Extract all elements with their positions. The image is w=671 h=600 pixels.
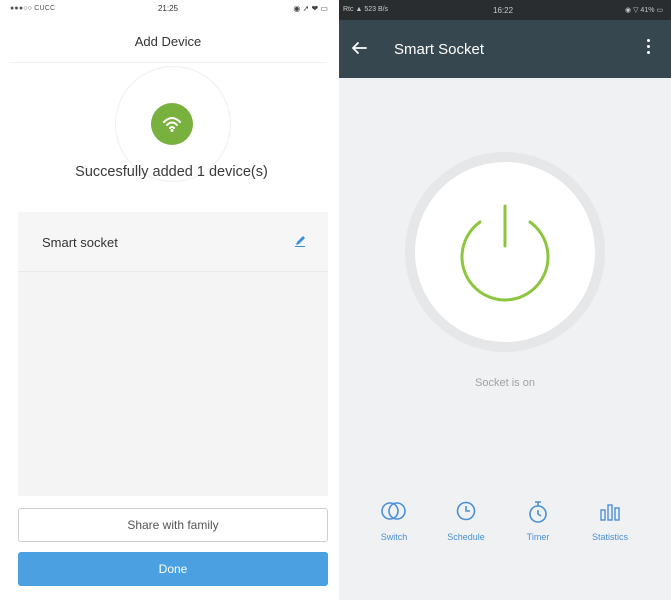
socket-state-text: Socket is on (475, 377, 535, 389)
page-title: Smart Socket (394, 41, 485, 58)
clock-icon (431, 500, 501, 524)
power-button[interactable] (415, 162, 595, 342)
done-button[interactable]: Done (18, 552, 328, 586)
nav-label: Schedule (447, 532, 485, 542)
pencil-icon[interactable] (294, 234, 306, 252)
stopwatch-icon (503, 500, 573, 524)
nav-schedule[interactable]: Schedule (431, 500, 501, 542)
nav-label: Timer (526, 532, 550, 542)
power-button-ring (405, 152, 605, 352)
status-icons: ◉ ➚ ❤ ▭ (293, 4, 328, 13)
battery-status: ◉ ▽ 41% ▭ (625, 7, 663, 14)
add-device-screen: ●●●○○ CUCC 21:25 ◉ ➚ ❤ ▭ Add Device Succ… (0, 0, 336, 600)
wifi-icon (151, 103, 193, 145)
status-time: 21:25 (157, 4, 179, 13)
status-bar: Rtc ▲ 523 B/s 16:22 ◉ ▽ 41% ▭ (339, 0, 671, 20)
status-time: 16:22 (493, 6, 514, 15)
success-message: Succesfully added 1 device(s) (75, 164, 268, 180)
status-bar: ●●●○○ CUCC 21:25 ◉ ➚ ❤ ▭ (0, 0, 336, 18)
nav-label: Statistics (591, 532, 628, 542)
bottom-nav: Switch Schedule Timer Statistics (359, 500, 659, 550)
nav-label: Switch (380, 532, 408, 542)
network-speed: Rtc ▲ 523 B/s (343, 6, 389, 13)
header-divider (10, 62, 326, 63)
device-name: Smart socket (42, 235, 118, 250)
power-icon (460, 204, 550, 302)
share-with-family-button[interactable]: Share with family (18, 508, 328, 542)
more-options-icon[interactable] (647, 39, 651, 57)
app-bar: Smart Socket (339, 20, 671, 78)
back-arrow-icon[interactable] (351, 40, 367, 61)
smart-socket-screen: Rtc ▲ 523 B/s 16:22 ◉ ▽ 41% ▭ Smart Sock… (339, 0, 671, 600)
nav-timer[interactable]: Timer (503, 500, 573, 542)
nav-switch[interactable]: Switch (359, 500, 429, 542)
switch-icon (359, 500, 429, 524)
device-row[interactable]: Smart socket (18, 212, 328, 272)
bar-chart-icon (575, 500, 645, 524)
page-title: Add Device (134, 34, 202, 49)
nav-statistics[interactable]: Statistics (575, 500, 645, 542)
